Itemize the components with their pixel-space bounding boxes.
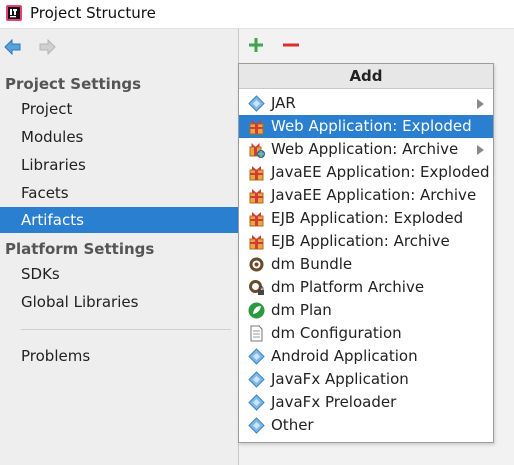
- sidebar-separator: [21, 329, 231, 330]
- menu-item-label: dm Configuration: [271, 324, 402, 342]
- bundle-icon: [248, 256, 265, 273]
- plan-icon: [248, 302, 265, 319]
- back-arrow-icon[interactable]: [4, 39, 22, 55]
- menu-item-label: JavaEE Application: Exploded: [271, 163, 490, 181]
- menu-item-label: JavaFx Application: [271, 370, 409, 388]
- intellij-logo-icon: [6, 5, 22, 21]
- sidebar-item-artifacts[interactable]: Artifacts: [0, 207, 238, 233]
- forward-arrow-icon[interactable]: [38, 39, 56, 55]
- menu-item-label: Web Application: Exploded: [271, 117, 472, 135]
- menu-item-javafx-preloader[interactable]: JavaFx Preloader: [239, 391, 493, 414]
- menu-item-label: Android Application: [271, 347, 418, 365]
- sidebar-item-global-libraries[interactable]: Global Libraries: [0, 289, 238, 315]
- menu-item-label: JavaFx Preloader: [271, 393, 397, 411]
- menu-item-label: dm Platform Archive: [271, 278, 425, 296]
- menu-item-label: EJB Application: Archive: [271, 232, 450, 250]
- window-title: Project Structure: [30, 4, 156, 22]
- sidebar-item-sdks[interactable]: SDKs: [0, 261, 238, 287]
- title-bar: Project Structure: [0, 0, 514, 29]
- diamond-icon: [248, 348, 265, 365]
- section-header-platform-settings: Platform Settings: [5, 240, 155, 258]
- submenu-arrow-icon: [477, 145, 484, 155]
- sidebar-item-libraries[interactable]: Libraries: [0, 152, 238, 178]
- menu-item-label: EJB Application: Exploded: [271, 209, 464, 227]
- menu-item-javafx-application[interactable]: JavaFx Application: [239, 368, 493, 391]
- diamond-icon: [248, 394, 265, 411]
- package-icon: [248, 187, 265, 204]
- menu-item-label: JavaEE Application: Archive: [271, 186, 477, 204]
- menu-item-jar[interactable]: JAR: [239, 92, 493, 115]
- menu-item-android-application[interactable]: Android Application: [239, 345, 493, 368]
- menu-item-dm-bundle[interactable]: dm Bundle: [239, 253, 493, 276]
- menu-item-dm-plan[interactable]: dm Plan: [239, 299, 493, 322]
- package-icon: [248, 164, 265, 181]
- menu-item-label: JAR: [271, 94, 296, 112]
- sidebar-item-problems[interactable]: Problems: [0, 343, 238, 369]
- sidebar-item-project[interactable]: Project: [0, 96, 238, 122]
- menu-item-ejb-application-archive[interactable]: EJB Application: Archive: [239, 230, 493, 253]
- menu-item-label: dm Bundle: [271, 255, 353, 273]
- bundle-lock-icon: [248, 279, 265, 296]
- diamond-icon: [248, 371, 265, 388]
- minus-icon[interactable]: [282, 36, 300, 54]
- package-icon: [248, 118, 265, 135]
- plus-icon[interactable]: [247, 36, 265, 54]
- package-icon: [248, 233, 265, 250]
- menu-item-ejb-application-exploded[interactable]: EJB Application: Exploded: [239, 207, 493, 230]
- document-icon: [248, 325, 265, 342]
- jar-icon: [248, 95, 265, 112]
- sidebar-item-modules[interactable]: Modules: [0, 124, 238, 150]
- menu-item-javaee-application-archive[interactable]: JavaEE Application: Archive: [239, 184, 493, 207]
- menu-item-label: Web Application: Archive: [271, 140, 459, 158]
- menu-item-web-application-exploded[interactable]: Web Application: Exploded: [239, 115, 493, 138]
- popup-title: Add: [239, 64, 493, 89]
- submenu-arrow-icon: [477, 99, 484, 109]
- menu-item-javaee-application-exploded[interactable]: JavaEE Application: Exploded: [239, 161, 493, 184]
- menu-item-web-application-archive[interactable]: Web Application: Archive: [239, 138, 493, 161]
- menu-item-label: Other: [271, 416, 314, 434]
- diamond-icon: [248, 417, 265, 434]
- package-globe-icon: [248, 141, 265, 158]
- settings-sidebar: Project Settings Project Modules Librari…: [0, 29, 238, 465]
- section-header-project-settings: Project Settings: [5, 75, 142, 93]
- menu-item-other[interactable]: Other: [239, 414, 493, 437]
- menu-item-dm-platform-archive[interactable]: dm Platform Archive: [239, 276, 493, 299]
- add-artifact-popup: Add JAR Web Application: Exploded Web Appl…: [238, 63, 494, 443]
- menu-item-dm-configuration[interactable]: dm Configuration: [239, 322, 493, 345]
- package-icon: [248, 210, 265, 227]
- menu-item-label: dm Plan: [271, 301, 332, 319]
- sidebar-item-facets[interactable]: Facets: [0, 180, 238, 206]
